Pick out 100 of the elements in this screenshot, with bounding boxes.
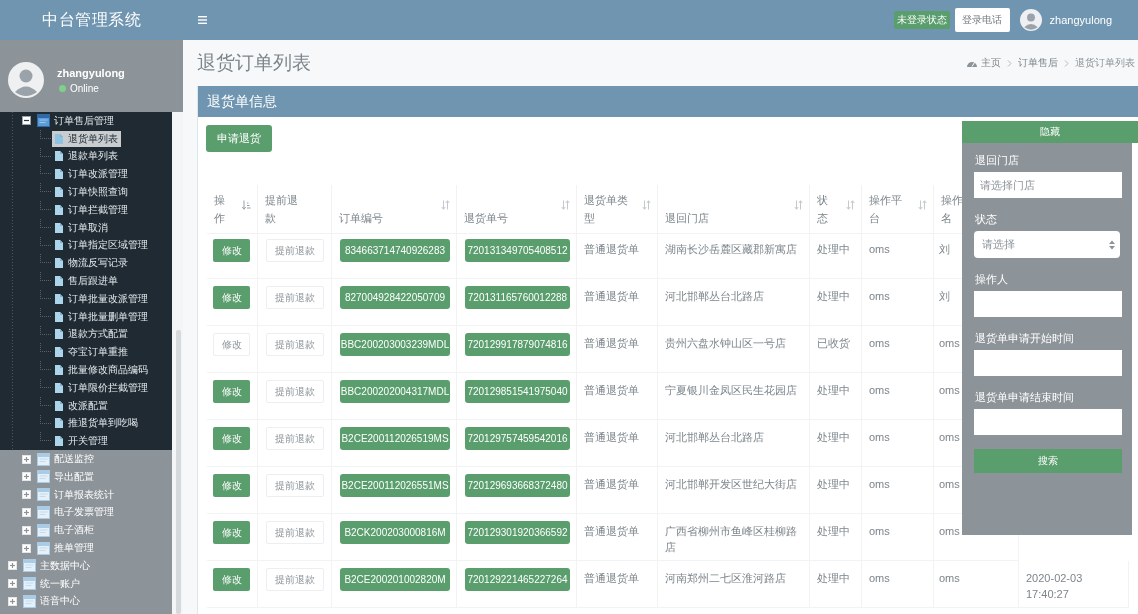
order-number-button[interactable]: B2CE200112026551MS	[340, 474, 450, 497]
column-header[interactable]: 退回门店	[658, 185, 810, 234]
sort-arrows-icon[interactable]	[642, 200, 651, 210]
return-number-button[interactable]: 720129693668372480	[465, 474, 570, 497]
edit-button[interactable]: 修改	[213, 427, 250, 450]
breadcrumb-link[interactable]: 主页	[967, 56, 1001, 70]
username[interactable]: zhangyulong	[1049, 14, 1112, 26]
plus-box-icon[interactable]	[22, 490, 31, 500]
apply-return-button[interactable]: 申请退货	[206, 125, 272, 152]
menu-item[interactable]: 订单限价拦截管理	[52, 379, 151, 396]
breadcrumb-link[interactable]: 订单售后	[1018, 56, 1058, 70]
menu-item[interactable]: 推单管理	[34, 540, 97, 556]
return-number-button[interactable]: 720129757459542016	[465, 427, 570, 450]
input-field[interactable]: 请选择门店	[974, 172, 1122, 198]
menu-item[interactable]: 订单批量改派管理	[52, 290, 151, 307]
menu-item[interactable]: 电子酒柜	[34, 522, 97, 539]
plus-box-icon[interactable]	[22, 507, 31, 517]
edit-button[interactable]: 修改	[213, 568, 250, 591]
menu-item[interactable]: 推退货单到吃喝	[52, 415, 141, 432]
menu-item[interactable]: 语音中心	[20, 593, 83, 610]
return-number-button[interactable]: 720131165760012288	[465, 286, 570, 309]
input-field[interactable]	[974, 350, 1122, 376]
menu-item[interactable]: 订单售后管理	[34, 112, 117, 129]
menu-item[interactable]: 订单取消	[52, 219, 111, 236]
column-header[interactable]: 状态	[810, 185, 862, 234]
order-number-button[interactable]: B2CE200201002820M	[340, 568, 450, 591]
plus-box-icon[interactable]	[22, 525, 31, 535]
menu-item[interactable]: 统一账户	[20, 575, 83, 592]
table-cell: oms	[862, 561, 934, 608]
menu-item[interactable]: 退款方式配置	[52, 326, 131, 343]
column-header[interactable]: 订单编号	[332, 185, 457, 234]
menu-item[interactable]: 订单快照查询	[52, 184, 131, 201]
menu-item[interactable]: 配送监控	[34, 451, 97, 468]
menu-item[interactable]: 批量修改商品编码	[52, 362, 151, 379]
minus-box-icon[interactable]	[22, 116, 31, 126]
sort-arrows-icon[interactable]	[846, 200, 855, 210]
input-field[interactable]	[974, 409, 1122, 435]
edit-button[interactable]: 修改	[213, 380, 250, 403]
menu-item[interactable]: 夺宝订单重推	[52, 344, 131, 361]
edit-button[interactable]: 修改	[213, 521, 250, 544]
menu-item[interactable]: 订单批量删单管理	[52, 308, 151, 325]
file-icon	[55, 365, 63, 376]
menu-item[interactable]: 电子发票管理	[34, 504, 117, 521]
sort-arrows-icon[interactable]	[794, 200, 803, 210]
return-number-button[interactable]: 720129851541975040	[465, 380, 570, 403]
menu-item[interactable]: 售后跟进单	[52, 273, 121, 290]
edit-button[interactable]: 修改	[213, 474, 250, 497]
column-header[interactable]: 退货单号	[457, 185, 577, 234]
breadcrumb-link[interactable]: 退货订单列表	[1075, 56, 1135, 70]
menu-item[interactable]: 导出配置	[34, 468, 97, 485]
scrollbar-thumb[interactable]	[176, 330, 181, 614]
menu-item[interactable]: 物流反写记录	[52, 255, 131, 272]
search-button[interactable]: 搜索	[974, 449, 1122, 473]
plus-box-icon[interactable]	[8, 579, 17, 589]
menu-item[interactable]: 主数据中心	[20, 557, 93, 574]
order-number-button[interactable]: BBC200202004317MDL	[340, 380, 450, 403]
window-icon	[23, 559, 36, 573]
login-phone-button[interactable]: 登录电话	[954, 8, 1010, 32]
return-number-button[interactable]: 720129917879074816	[465, 333, 570, 356]
column-header[interactable]: 退货单类型	[577, 185, 658, 234]
return-number-button[interactable]: 720131349705408512	[465, 239, 570, 262]
return-number-button[interactable]: 720129301920366592	[465, 521, 570, 544]
table-cell: oms	[862, 326, 934, 373]
plus-box-icon[interactable]	[8, 561, 17, 571]
plus-box-icon[interactable]	[22, 454, 31, 464]
return-number-button[interactable]: 720129221465227264	[465, 568, 570, 591]
order-number-button[interactable]: BBC200203003239MDL	[340, 333, 450, 356]
menu-item[interactable]: 订单报表统计	[34, 486, 117, 503]
order-number-button[interactable]: 834663714740926283	[340, 239, 450, 262]
menu-item[interactable]: 订单指定区域管理	[52, 237, 151, 254]
file-icon	[55, 151, 63, 162]
input-field[interactable]	[974, 291, 1122, 317]
order-number-button[interactable]: B2CE200112026519MS	[340, 427, 450, 450]
menu-item[interactable]: 订单拦截管理	[52, 201, 131, 218]
hide-button[interactable]: 隐藏	[962, 121, 1138, 143]
menu-item[interactable]: 退货单列表	[52, 130, 121, 147]
menu-item[interactable]: 退款单列表	[52, 148, 121, 165]
sort-ascending-icon[interactable]	[242, 200, 251, 210]
order-number-button[interactable]: 827004928422050709	[340, 286, 450, 309]
file-icon	[55, 382, 63, 393]
edit-button[interactable]: 修改	[213, 286, 250, 309]
avatar-icon[interactable]	[1019, 9, 1042, 31]
column-header[interactable]: 操作	[207, 185, 258, 234]
sort-arrows-icon[interactable]	[561, 200, 570, 210]
plus-box-icon[interactable]	[8, 596, 17, 606]
table-cell: 处理中	[810, 279, 862, 326]
menu-item[interactable]: 开关管理	[52, 433, 111, 450]
column-header[interactable]: 操作平台	[862, 185, 934, 234]
chevron-icon	[1064, 59, 1069, 67]
sort-arrows-icon[interactable]	[918, 200, 927, 210]
order-number-button[interactable]: B2CK200203000816M	[340, 521, 450, 544]
plus-box-icon[interactable]	[22, 543, 31, 553]
table-cell: 河北邯郸丛台北路店	[658, 420, 810, 467]
select-field[interactable]: 请选择	[974, 231, 1120, 258]
sort-arrows-icon[interactable]	[441, 200, 450, 210]
menu-item[interactable]: 订单改派管理	[52, 166, 131, 183]
plus-box-icon[interactable]	[22, 472, 31, 482]
edit-button[interactable]: 修改	[213, 239, 250, 262]
menu-icon[interactable]	[198, 16, 207, 24]
menu-item[interactable]: 改派配置	[52, 397, 111, 414]
